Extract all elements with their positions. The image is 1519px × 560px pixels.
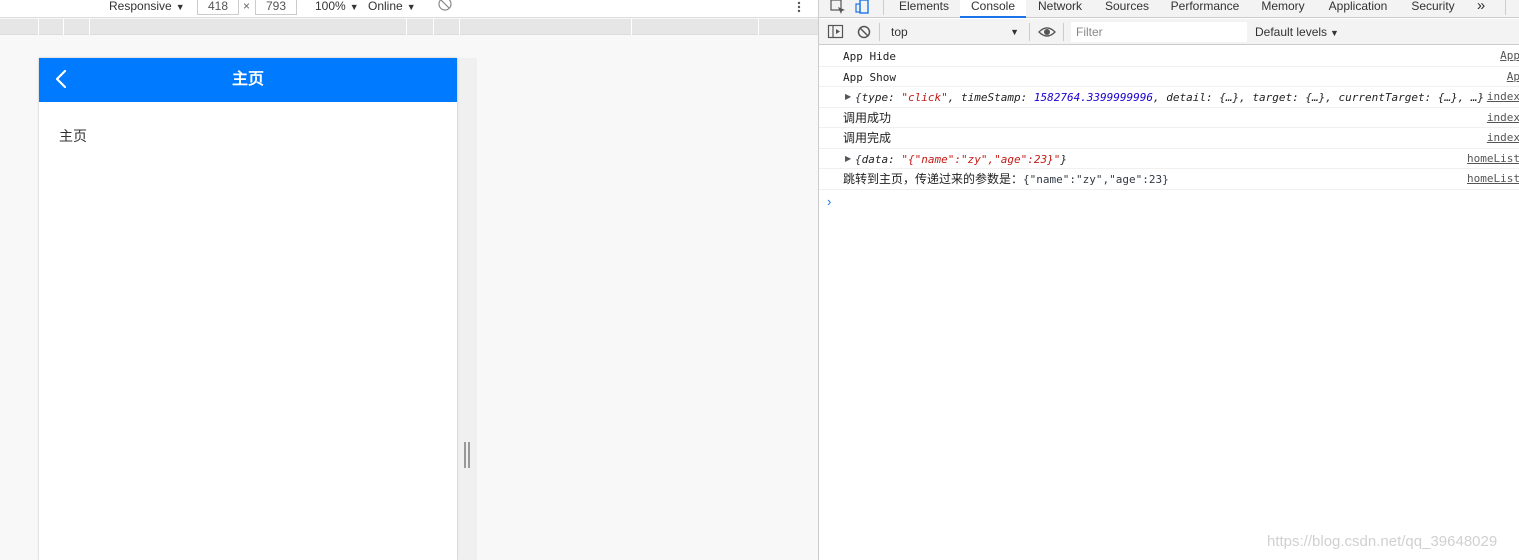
- source-link[interactable]: homeList: [1467, 149, 1519, 169]
- tab-performance[interactable]: Performance: [1165, 0, 1245, 18]
- zoom-label: 100%: [315, 0, 346, 13]
- message-text: App Show: [843, 70, 896, 84]
- source-link[interactable]: App: [1500, 46, 1519, 66]
- context-select-label: top: [891, 25, 908, 39]
- chevron-down-icon: ▼: [406, 2, 416, 12]
- object-preview[interactable]: {type: "click", timeStamp: 1582764.33999…: [843, 91, 1484, 104]
- zoom-select[interactable]: 100% ▼: [315, 0, 359, 15]
- object-preview[interactable]: {data: "{"name":"zy","age":23}"}: [843, 153, 1067, 166]
- tab-memory[interactable]: Memory: [1255, 0, 1311, 18]
- chevron-down-icon: ▼: [349, 2, 359, 12]
- app-navbar: 主页: [39, 58, 457, 102]
- console-prompt[interactable]: ›: [827, 194, 831, 209]
- device-select-label: Responsive: [109, 0, 172, 13]
- divider: [1505, 0, 1506, 15]
- message-text: 调用完成: [843, 131, 892, 145]
- console-message: App Show Ap: [819, 67, 1519, 87]
- emulated-viewport: 主页 主页: [39, 58, 457, 560]
- page-content-text: 主页: [59, 128, 87, 144]
- sidebar-toggle-icon[interactable]: [827, 23, 845, 41]
- message-text: App Hide: [843, 50, 896, 63]
- tab-application[interactable]: Application: [1321, 0, 1395, 18]
- ruler-segment[interactable]: [38, 19, 39, 35]
- chevron-down-icon: ▼: [1010, 27, 1019, 37]
- ruler-segment[interactable]: [459, 19, 460, 35]
- device-toolbar: Responsive ▼ 418 × 793 100% ▼ Online ▼: [0, 0, 818, 18]
- rotate-icon[interactable]: [437, 0, 453, 15]
- ruler-segment[interactable]: [758, 19, 759, 35]
- divider: [1029, 23, 1030, 41]
- source-link[interactable]: index: [1487, 87, 1519, 107]
- chevron-down-icon: ▼: [175, 2, 185, 12]
- page-title: 主页: [231, 71, 264, 88]
- throttle-select[interactable]: Online ▼: [368, 0, 416, 15]
- ruler-segment[interactable]: [406, 19, 407, 35]
- ruler-segment[interactable]: [89, 19, 90, 35]
- eye-icon[interactable]: [1038, 23, 1056, 41]
- viewport-gutter: [457, 58, 477, 560]
- context-select[interactable]: top ▼: [883, 22, 1023, 42]
- console-toolbar: top ▼ Default levels▼: [819, 19, 1519, 45]
- tab-console[interactable]: Console: [960, 0, 1026, 18]
- device-emulation-pane: Responsive ▼ 418 × 793 100% ▼ Online ▼ 主…: [0, 0, 818, 560]
- throttle-label: Online: [368, 0, 403, 13]
- tab-sources[interactable]: Sources: [1099, 0, 1155, 18]
- width-input[interactable]: 418: [197, 0, 239, 15]
- expand-triangle-icon[interactable]: ▶: [845, 149, 851, 169]
- clear-console-icon[interactable]: [855, 23, 873, 41]
- divider: [883, 0, 884, 15]
- message-text: 调用成功: [843, 110, 892, 125]
- times-sign: ×: [243, 0, 251, 13]
- console-message: 跳转到主页，传递过来的参数是：{"name":"zy","age":23} ho…: [819, 169, 1519, 190]
- source-link[interactable]: Ap: [1507, 67, 1519, 87]
- device-select[interactable]: Responsive ▼: [109, 0, 185, 15]
- media-query-ruler: [0, 19, 818, 35]
- console-message: App Hide App: [819, 46, 1519, 67]
- message-json: {"name":"zy","age":23}: [1023, 173, 1169, 186]
- divider: [1063, 23, 1064, 41]
- watermark: https://blog.csdn.net/qq_39648029: [1267, 533, 1498, 550]
- console-log: App Hide App App Show Ap ▶ {type: "click…: [819, 46, 1519, 190]
- console-message: 调用成功 index: [819, 108, 1519, 128]
- source-link[interactable]: index: [1487, 108, 1519, 128]
- ruler-segment[interactable]: [433, 19, 434, 35]
- log-levels-select[interactable]: Default levels ▼: [1255, 22, 1339, 42]
- ruler-segment[interactable]: [63, 19, 64, 35]
- tab-network[interactable]: Network: [1031, 0, 1089, 18]
- devtools-panel: Elements Console Network Sources Perform…: [818, 0, 1519, 560]
- ruler-segment[interactable]: [631, 19, 632, 35]
- source-link[interactable]: index: [1487, 128, 1519, 148]
- console-message: ▶ {data: "{"name":"zy","age":23}"} homeL…: [819, 149, 1519, 169]
- more-tabs-icon[interactable]: »: [1471, 0, 1491, 18]
- inspect-element-icon[interactable]: [829, 0, 847, 16]
- log-levels-label: Default levels: [1255, 25, 1328, 39]
- devtools-tabbar: Elements Console Network Sources Perform…: [819, 0, 1519, 18]
- source-link[interactable]: homeList: [1467, 169, 1519, 189]
- more-options-icon[interactable]: [795, 0, 803, 18]
- device-toggle-icon[interactable]: [854, 0, 872, 16]
- divider: [879, 23, 880, 41]
- console-message: ▶ {type: "click", timeStamp: 1582764.339…: [819, 87, 1519, 108]
- tab-elements[interactable]: Elements: [893, 0, 955, 18]
- tab-security[interactable]: Security: [1405, 0, 1461, 18]
- filter-input[interactable]: [1071, 22, 1247, 42]
- expand-triangle-icon[interactable]: ▶: [845, 87, 851, 107]
- message-text: 跳转到主页，传递过来的参数是：: [843, 172, 1024, 186]
- console-message: 调用完成 index: [819, 128, 1519, 149]
- height-input[interactable]: 793: [255, 0, 297, 15]
- resize-handle[interactable]: [463, 442, 471, 468]
- chevron-down-icon: ▼: [1330, 28, 1339, 38]
